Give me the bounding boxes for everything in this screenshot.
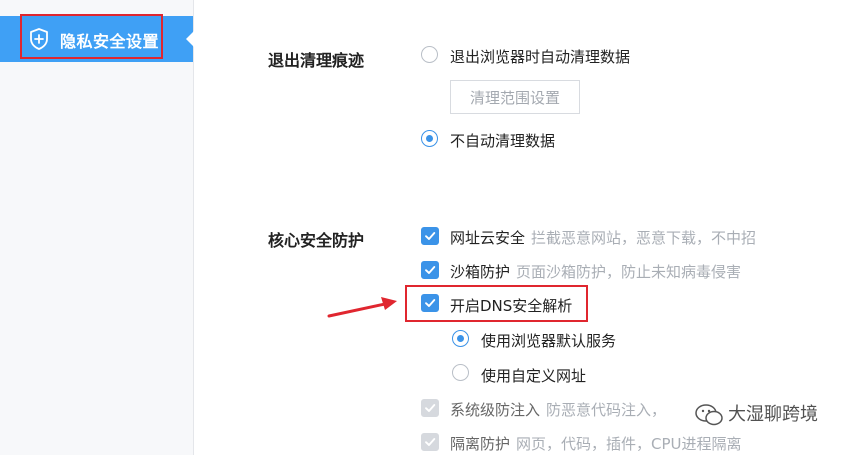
option-dns-default-service: 使用浏览器默认服务 <box>481 332 617 350</box>
option-label: 系统级防注入 <box>450 401 541 419</box>
option-no-auto-clear-label: 不自动清理数据 <box>450 132 556 150</box>
sidebar: 隐私安全设置 <box>0 0 194 455</box>
checkbox-system-anti-injection[interactable] <box>421 399 439 417</box>
checkbox-sandbox-protection[interactable] <box>421 261 439 279</box>
option-sandbox-protection: 沙箱防护 页面沙箱防护，防止未知病毒侵害 <box>450 261 741 282</box>
radio-no-auto-clear[interactable] <box>421 130 438 147</box>
option-label: 隔离防护 <box>450 435 511 453</box>
option-url-cloud-security: 网址云安全 拦截恶意网站，恶意下载，不中招 <box>450 227 756 248</box>
option-auto-clear-label: 退出浏览器时自动清理数据 <box>450 48 631 66</box>
checkbox-url-cloud-security[interactable] <box>421 227 439 245</box>
option-description: 网页，代码，插件，CPU进程隔离 <box>516 435 742 453</box>
option-description: 拦截恶意网站，恶意下载，不中招 <box>531 229 757 247</box>
red-arrow-icon <box>327 297 397 318</box>
clear-range-button[interactable]: 清理范围设置 <box>450 80 580 114</box>
option-label: 沙箱防护 <box>450 263 511 281</box>
section-title-clear-traces: 退出清理痕迹 <box>268 51 365 70</box>
wechat-icon <box>695 404 723 426</box>
section-title-core-security: 核心安全防护 <box>268 231 365 250</box>
checkbox-isolation-protection[interactable] <box>421 433 439 451</box>
option-description: 防恶意代码注入， <box>546 401 667 419</box>
option-isolation-protection: 隔离防护 网页，代码，插件，CPU进程隔离 <box>450 433 742 454</box>
highlight-box-dns <box>405 285 588 322</box>
radio-auto-clear[interactable] <box>421 46 438 63</box>
highlight-box-sidebar <box>20 14 163 59</box>
option-dns-custom-address: 使用自定义网址 <box>481 367 587 385</box>
radio-dns-custom-address[interactable] <box>452 364 469 381</box>
option-label: 网址云安全 <box>450 229 526 247</box>
watermark-text: 大湿聊跨境 <box>728 404 818 425</box>
option-description: 页面沙箱防护，防止未知病毒侵害 <box>516 263 742 281</box>
radio-dns-default-service[interactable] <box>452 330 469 347</box>
option-system-anti-injection: 系统级防注入 防恶意代码注入， <box>450 399 666 420</box>
